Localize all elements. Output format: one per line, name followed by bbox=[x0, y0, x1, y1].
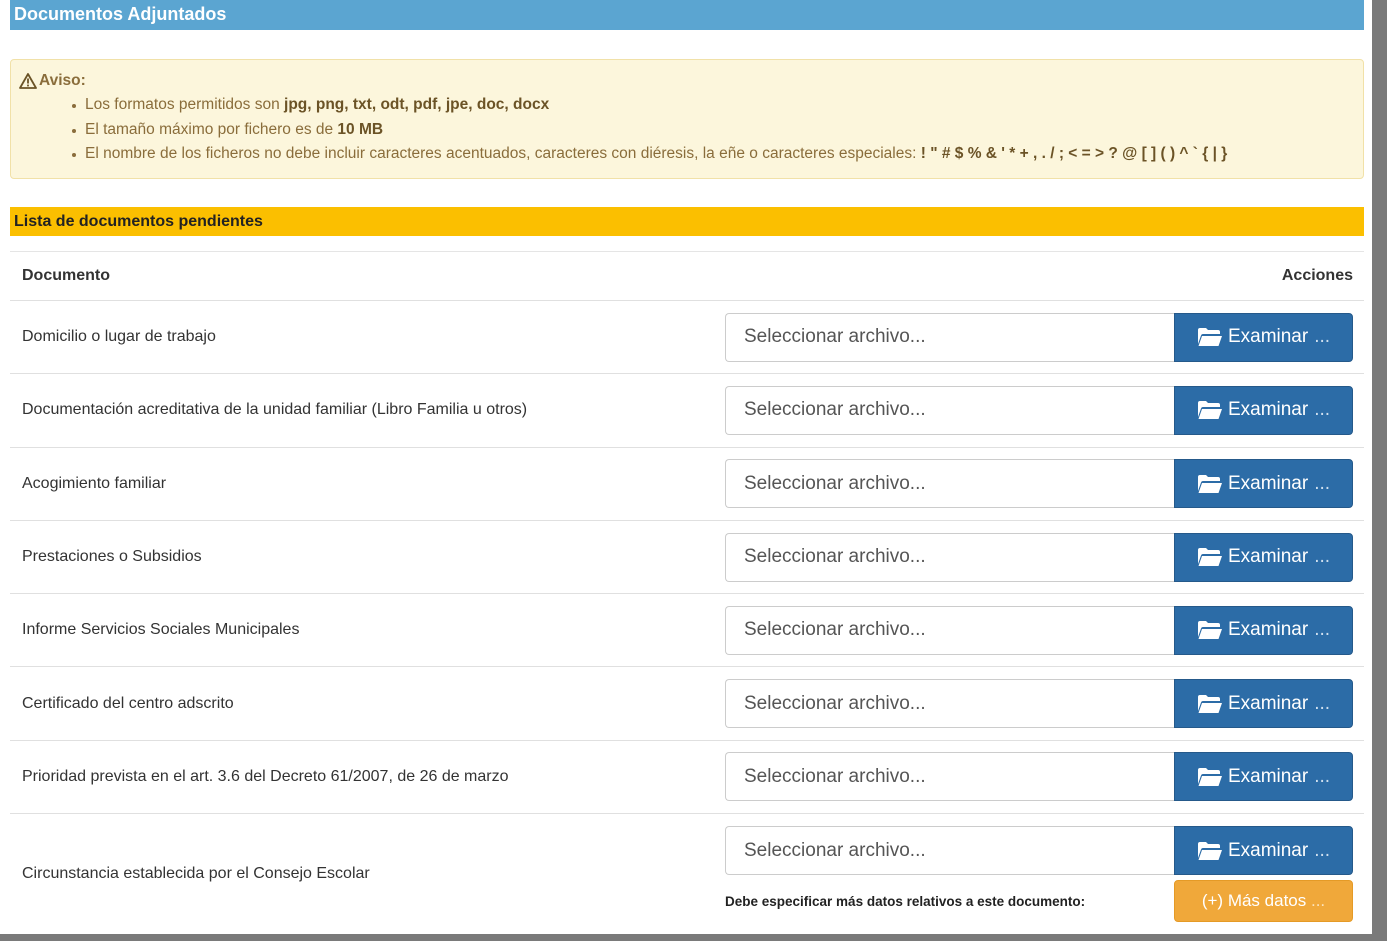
panel-title: Documentos Adjuntados bbox=[10, 0, 1364, 30]
file-upload-group: Examinar... bbox=[725, 385, 1353, 435]
folder-open-icon bbox=[1197, 621, 1222, 640]
table-row: Documentación acreditativa de la unidad … bbox=[10, 374, 1364, 448]
file-upload-group: Examinar... bbox=[725, 532, 1353, 582]
document-name: Certificado del centro adscrito bbox=[22, 694, 234, 712]
more-data-button[interactable]: (+) Más datos ... bbox=[1174, 880, 1353, 923]
alert-item-filenames: El nombre de los ficheros no debe inclui… bbox=[19, 142, 1363, 167]
warning-triangle-icon bbox=[19, 73, 37, 89]
alert-list: Los formatos permitidos son jpg, png, tx… bbox=[19, 93, 1363, 167]
file-name-input[interactable] bbox=[725, 532, 1174, 582]
file-upload-group: Examinar... bbox=[725, 679, 1353, 729]
file-upload-group: Examinar... bbox=[725, 826, 1353, 876]
document-name: Domicilio o lugar de trabajo bbox=[22, 328, 216, 346]
table-row: Prioridad prevista en el art. 3.6 del De… bbox=[10, 741, 1364, 815]
folder-open-icon bbox=[1197, 401, 1222, 420]
table-row: Certificado del centro adscrito Examinar… bbox=[10, 667, 1364, 741]
file-name-input[interactable] bbox=[725, 752, 1174, 802]
alert-item-size: El tamaño máximo por fichero es de 10 MB bbox=[19, 118, 1363, 143]
browse-button[interactable]: Examinar... bbox=[1174, 826, 1353, 876]
file-name-input[interactable] bbox=[725, 605, 1174, 655]
file-name-input[interactable] bbox=[725, 312, 1174, 362]
table-body: Domicilio o lugar de trabajo Examinar...… bbox=[10, 301, 1364, 934]
folder-open-icon bbox=[1197, 548, 1222, 567]
table-row: Informe Servicios Sociales Municipales E… bbox=[10, 594, 1364, 668]
file-upload-with-more: Examinar... Debe especificar más datos r… bbox=[725, 826, 1353, 923]
document-name: Prestaciones o Subsidios bbox=[22, 548, 202, 566]
table-row: Domicilio o lugar de trabajo Examinar... bbox=[10, 301, 1364, 375]
documents-panel: Documentos Adjuntados Aviso: Los formato… bbox=[0, 0, 1372, 934]
folder-open-icon bbox=[1197, 694, 1222, 713]
browse-button[interactable]: Examinar... bbox=[1174, 752, 1353, 802]
table-row: Acogimiento familiar Examinar... bbox=[10, 448, 1364, 521]
folder-open-icon bbox=[1197, 474, 1222, 493]
file-name-input[interactable] bbox=[725, 459, 1174, 509]
browse-button[interactable]: Examinar... bbox=[1174, 385, 1353, 435]
file-upload-group: Examinar... bbox=[725, 312, 1353, 362]
document-name: Documentación acreditativa de la unidad … bbox=[22, 401, 528, 419]
table-header: Documento Acciones bbox=[10, 251, 1364, 301]
warning-alert: Aviso: Los formatos permitidos son jpg, … bbox=[10, 59, 1364, 179]
document-name: Informe Servicios Sociales Municipales bbox=[22, 621, 300, 639]
document-name: Circunstancia establecida por el Consejo… bbox=[22, 865, 370, 883]
column-document: Documento bbox=[22, 267, 110, 284]
more-data-row: Debe especificar más datos relativos a e… bbox=[725, 880, 1353, 923]
folder-open-icon bbox=[1197, 841, 1222, 860]
pending-list-title: Lista de documentos pendientes bbox=[10, 207, 1364, 236]
alert-item-formats: Los formatos permitidos son jpg, png, tx… bbox=[19, 93, 1363, 118]
file-upload-group: Examinar... bbox=[725, 752, 1353, 802]
browse-button[interactable]: Examinar... bbox=[1174, 605, 1353, 655]
browse-button[interactable]: Examinar... bbox=[1174, 459, 1353, 509]
file-upload-group: Examinar... bbox=[725, 459, 1353, 509]
document-name: Acogimiento familiar bbox=[22, 474, 167, 492]
file-name-input[interactable] bbox=[725, 385, 1174, 435]
table-row: Prestaciones o Subsidios Examinar... bbox=[10, 521, 1364, 595]
folder-open-icon bbox=[1197, 767, 1222, 786]
file-name-input[interactable] bbox=[725, 679, 1174, 729]
more-data-label: Debe especificar más datos relativos a e… bbox=[725, 893, 1086, 909]
browse-button[interactable]: Examinar... bbox=[1174, 532, 1353, 582]
browse-button[interactable]: Examinar... bbox=[1174, 312, 1353, 362]
file-upload-group: Examinar... bbox=[725, 605, 1353, 655]
folder-open-icon bbox=[1197, 328, 1222, 347]
file-name-input[interactable] bbox=[725, 826, 1174, 876]
browse-button[interactable]: Examinar... bbox=[1174, 679, 1353, 729]
table-row: Circunstancia establecida por el Consejo… bbox=[10, 814, 1364, 934]
column-actions: Acciones bbox=[1281, 267, 1353, 284]
alert-title: Aviso: bbox=[39, 72, 86, 89]
documents-table: Documento Acciones Domicilio o lugar de … bbox=[10, 251, 1364, 934]
document-name: Prioridad prevista en el art. 3.6 del De… bbox=[22, 767, 509, 785]
